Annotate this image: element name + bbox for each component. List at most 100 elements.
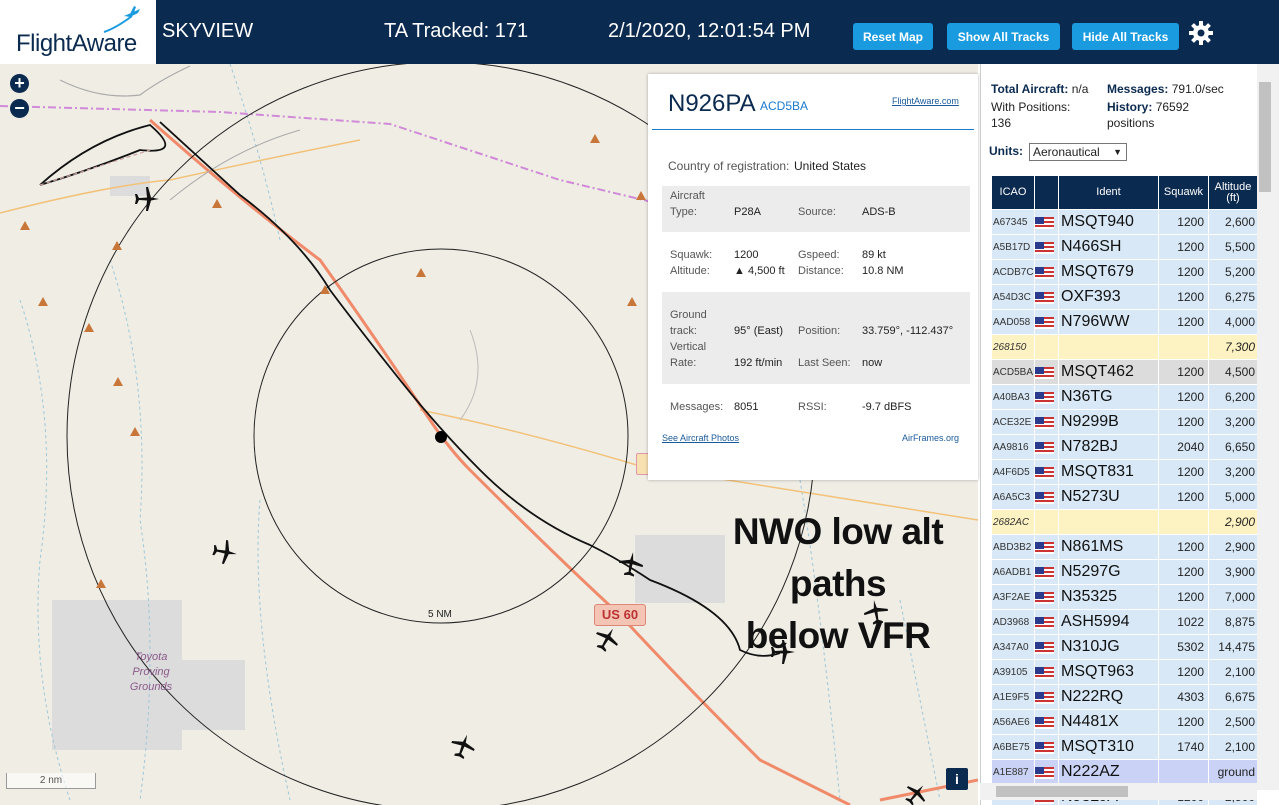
column-header[interactable]: Squawk (1158, 175, 1209, 210)
gear-icon[interactable] (1188, 20, 1214, 46)
table-row[interactable]: 268150 7,300 (991, 334, 1257, 360)
us-flag-icon (1035, 466, 1054, 479)
flag-cell (1034, 659, 1059, 685)
icao-cell: ACD5BA (991, 359, 1035, 385)
altitude-cell: 7,300 (1208, 334, 1257, 360)
us-flag-icon (1035, 266, 1054, 279)
altitude-cell: 4,000 (1208, 309, 1257, 335)
table-row[interactable]: A1E9F5 N222RQ 4303 6,675 (991, 684, 1257, 710)
us-flag-icon (1035, 591, 1054, 604)
aircraft-photos-link[interactable]: See Aircraft Photos (662, 433, 739, 443)
info-button[interactable]: i (946, 768, 968, 790)
scrollbar-thumb[interactable] (1259, 82, 1271, 192)
table-row[interactable]: A56AE6 N4481X 1200 2,500 (991, 709, 1257, 735)
ident-cell: N35325 (1058, 584, 1159, 610)
altitude-cell: 2,900 (1208, 534, 1257, 560)
chevron-down-icon: ▼ (1113, 147, 1122, 157)
squawk-cell: 1200 (1158, 584, 1209, 610)
aircraft-icon[interactable] (617, 550, 645, 578)
squawk-cell: 1200 (1158, 309, 1209, 335)
table-row[interactable]: A54D3C OXF393 1200 6,275 (991, 284, 1257, 310)
highway-shield: US 60 (594, 604, 646, 626)
place-label: Toyota Proving Grounds (129, 651, 173, 693)
icao-cell: A40BA3 (991, 384, 1035, 410)
column-header[interactable]: ICAO (991, 175, 1035, 210)
table-row[interactable]: A3F2AE N35325 1200 7,000 (991, 584, 1257, 610)
aircraft-icon[interactable] (593, 625, 621, 653)
table-row[interactable]: A5B17D N466SH 1200 5,500 (991, 234, 1257, 260)
column-header[interactable]: Altitude (ft) (1208, 175, 1257, 210)
column-header[interactable] (1034, 175, 1059, 210)
ident-cell: N5297G (1058, 559, 1159, 585)
zoom-out-button[interactable]: − (10, 99, 29, 118)
hide-all-tracks-button[interactable]: Hide All Tracks (1072, 23, 1179, 50)
squawk-cell: 1200 (1158, 484, 1209, 510)
ident-cell: MSQT963 (1058, 659, 1159, 685)
zoom-in-button[interactable]: + (10, 74, 29, 93)
squawk-cell: 1200 (1158, 409, 1209, 435)
flag-cell (1034, 509, 1059, 535)
source-label: Source: (798, 206, 836, 218)
us-flag-icon (1035, 566, 1054, 579)
table-row[interactable]: A1E887 N222AZ ground (991, 759, 1257, 785)
airframes-link[interactable]: AirFrames.org (902, 433, 959, 443)
ident-cell: N4481X (1058, 709, 1159, 735)
table-row[interactable]: A6BE75 MSQT310 1740 2,100 (991, 734, 1257, 760)
flag-cell (1034, 734, 1059, 760)
position-value: 33.759°, -112.437° (862, 325, 954, 337)
table-row[interactable]: ABD3B2 N861MS 1200 2,900 (991, 534, 1257, 560)
flag-cell (1034, 434, 1059, 460)
table-row[interactable]: ACE32E N9299B 1200 3,200 (991, 409, 1257, 435)
flag-cell (1034, 384, 1059, 410)
units-select[interactable]: Aeronautical ▼ (1029, 143, 1127, 161)
table-row[interactable]: AD3968 ASH5994 1022 8,875 (991, 609, 1257, 635)
icao-cell: A67345 (991, 209, 1035, 235)
vrate-label: Vertical (670, 341, 707, 353)
us-flag-icon (1035, 541, 1054, 554)
vrate-value: 192 ft/min (734, 357, 783, 369)
table-row[interactable]: ACDB7C MSQT679 1200 5,200 (991, 259, 1257, 285)
us-flag-icon (1035, 491, 1054, 504)
squawk-value: 1200 (734, 249, 759, 261)
show-all-tracks-button[interactable]: Show All Tracks (947, 23, 1060, 50)
squawk-cell (1158, 334, 1209, 360)
table-row[interactable]: ACD5BA MSQT462 1200 4,500 (991, 359, 1257, 385)
table-row[interactable]: A6ADB1 N5297G 1200 3,900 (991, 559, 1257, 585)
aircraft-icon[interactable] (211, 538, 239, 566)
table-row[interactable]: A4F6D5 MSQT831 1200 3,200 (991, 459, 1257, 485)
aircraft-icon[interactable] (903, 781, 929, 805)
flightaware-link[interactable]: FlightAware.com (892, 96, 959, 106)
table-row[interactable]: A347A0 N310JG 5302 14,475 (991, 634, 1257, 660)
table-row[interactable]: A6A5C3 N5273U 1200 5,000 (991, 484, 1257, 510)
track-label: Ground (670, 309, 707, 321)
squawk-cell: 1200 (1158, 259, 1209, 285)
terrain-markers (20, 134, 646, 588)
aircraft-icon[interactable] (133, 185, 161, 213)
ident-cell: N861MS (1058, 534, 1159, 560)
table-row[interactable]: A40BA3 N36TG 1200 6,200 (991, 384, 1257, 410)
flag-cell (1034, 559, 1059, 585)
table-row[interactable]: A67345 MSQT940 1200 2,600 (991, 209, 1257, 235)
table-row[interactable]: 2682AC 2,900 (991, 509, 1257, 535)
table-row[interactable]: A39105 MSQT963 1200 2,100 (991, 659, 1257, 685)
aircraft-info-popup: N926PA ACD5BA FlightAware.com Country of… (648, 74, 978, 480)
rssi-value: -9.7 dBFS (862, 401, 912, 413)
ident-cell: OXF393 (1058, 284, 1159, 310)
us-flag-icon (1035, 441, 1054, 454)
flightaware-logo[interactable]: FlightAware (0, 0, 156, 64)
altitude-cell: 7,000 (1208, 584, 1257, 610)
table-row[interactable]: AA9816 N782BJ 2040 6,650 (991, 434, 1257, 460)
ident-cell: N796WW (1058, 309, 1159, 335)
scrollbar-thumb[interactable] (996, 786, 1128, 797)
flag-cell (1034, 309, 1059, 335)
column-header[interactable]: Ident (1058, 175, 1159, 210)
table-row[interactable]: AAD058 N796WW 1200 4,000 (991, 309, 1257, 335)
reset-map-button[interactable]: Reset Map (853, 23, 933, 50)
icao-cell: AA9816 (991, 434, 1035, 460)
icao-cell: AD3968 (991, 609, 1035, 635)
aircraft-icon[interactable] (449, 732, 477, 760)
icao-cell: A1E887 (991, 759, 1035, 785)
altitude-cell: 5,000 (1208, 484, 1257, 510)
flag-cell (1034, 209, 1059, 235)
aircraft-sidebar: Total Aircraft: n/a Messages: 791.0/sec … (980, 64, 1279, 805)
